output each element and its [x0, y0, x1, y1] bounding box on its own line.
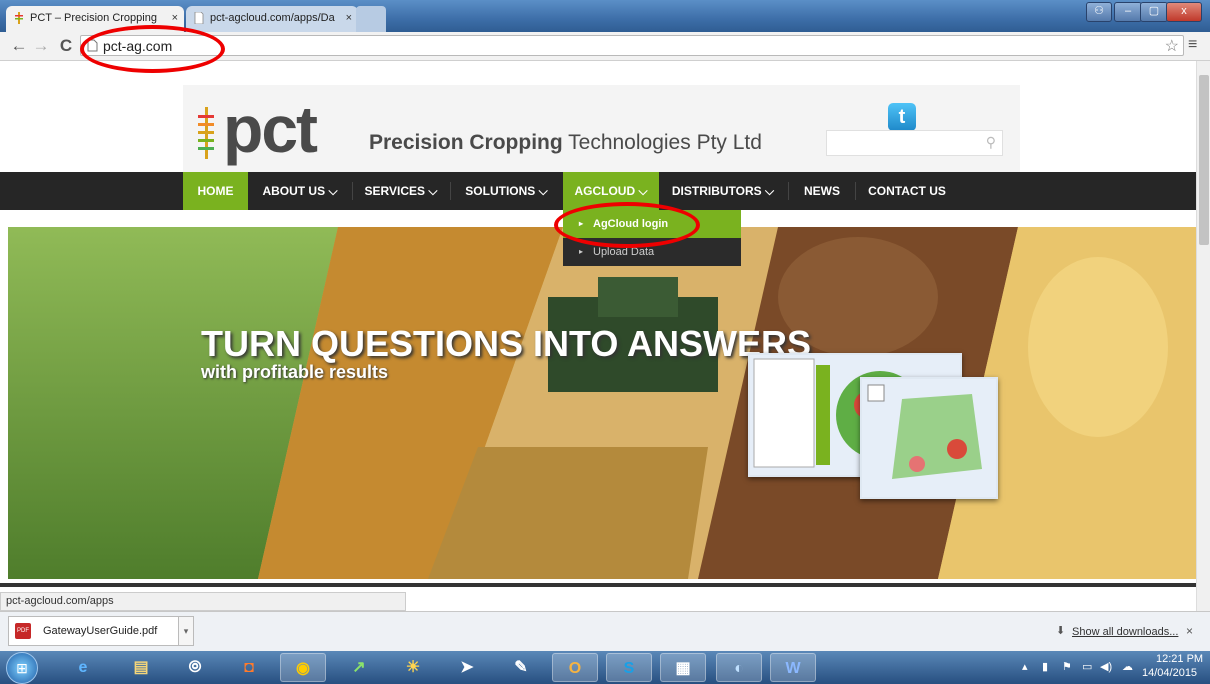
media-app-icon[interactable]: ◘	[226, 653, 272, 682]
software-screenshot-image	[860, 377, 998, 499]
grid-app-icon[interactable]: ▦	[660, 653, 706, 682]
hero-title: TURN QUESTIONS INTO ANSWERS	[201, 323, 812, 364]
close-window-button[interactable]: x	[1166, 2, 1202, 22]
windows-taskbar: ⊞ e ▤ ⦾ ◘ ◉ ↗ ☀ ➤ ✎ O S ▦ ◐ W ▴ ▮ ⚑ ▭ ◀)…	[0, 651, 1210, 684]
address-bar[interactable]: pct-ag.com ☆	[80, 35, 1184, 56]
clock-date[interactable]: 14/04/2015	[1142, 667, 1197, 679]
network-icon[interactable]: ▭	[1082, 660, 1092, 673]
new-tab-button[interactable]	[356, 6, 386, 32]
tab-close-icon[interactable]: ×	[346, 6, 352, 30]
file-explorer-icon[interactable]: ▤	[118, 653, 164, 682]
cloud-icon[interactable]: ☁	[1122, 660, 1133, 673]
download-menu-chevron-icon[interactable]: ▾	[178, 616, 194, 646]
user-icon[interactable]: ⚇	[1086, 2, 1112, 22]
hero-banner: TURN QUESTIONS INTO ANSWERS with profita…	[8, 227, 1196, 579]
window-controls: ⚇ – ▢ x	[1086, 2, 1202, 22]
search-icon[interactable]: ⚲	[986, 134, 996, 151]
show-all-downloads-link[interactable]: Show all downloads...	[1072, 626, 1178, 638]
snipping-tool-icon[interactable]: ✎	[498, 653, 544, 682]
chrome-icon[interactable]: ◉	[280, 653, 326, 682]
outlook-icon[interactable]: O	[552, 653, 598, 682]
nav-divider	[352, 182, 353, 200]
word-icon[interactable]: W	[770, 653, 816, 682]
annotation-oval-url	[80, 25, 225, 73]
chart-app-icon[interactable]: ↗	[336, 653, 382, 682]
nav-divider	[450, 182, 451, 200]
download-filename[interactable]: GatewayUserGuide.pdf	[43, 625, 157, 637]
company-name-bold: Precision Cropping	[369, 131, 563, 154]
maximize-button[interactable]: ▢	[1140, 2, 1168, 22]
nav-home[interactable]: HOME	[183, 172, 248, 210]
nav-contact-us[interactable]: CONTACT US	[858, 172, 956, 210]
hero-background-image	[8, 227, 1196, 579]
nav-divider	[788, 182, 789, 200]
nav-services[interactable]: SERVICES ⌵	[356, 172, 446, 210]
pdf-file-icon: PDF	[15, 623, 31, 639]
tray-expand-icon[interactable]: ▴	[1022, 660, 1028, 673]
site-header: pct Precision Cropping Technologies Pty …	[183, 85, 1020, 173]
annotation-oval-login	[554, 202, 700, 248]
pct-favicon-icon	[15, 12, 23, 24]
system-tray: ▴ ▮ ⚑ ▭ ◀) ☁ 12:21 PM 14/04/2015	[1014, 651, 1210, 684]
status-url-bubble: pct-agcloud.com/apps	[0, 592, 406, 611]
network-app-icon[interactable]: ⦾	[172, 653, 218, 682]
forward-arrow-icon[interactable]: →	[30, 36, 52, 56]
tab-agcloud[interactable]: pct-agcloud.com/apps/Da ×	[186, 6, 358, 32]
tray-device-icon[interactable]: ▮	[1042, 660, 1048, 673]
tab-title: pct-agcloud.com/apps/Da	[210, 12, 335, 24]
internet-explorer-icon[interactable]: e	[60, 653, 106, 682]
arrow-app-icon[interactable]: ➤	[444, 653, 490, 682]
close-downloads-icon[interactable]: ×	[1186, 624, 1193, 638]
pct-logo-mark	[198, 107, 214, 159]
clock-time[interactable]: 12:21 PM	[1156, 653, 1203, 665]
download-arrow-icon: ⬇	[1056, 625, 1066, 637]
back-arrow-icon[interactable]: ←	[8, 36, 30, 56]
reload-icon[interactable]: C	[55, 36, 77, 56]
nav-distributors[interactable]: DISTRIBUTORS ⌵	[662, 172, 784, 210]
sun-app-icon[interactable]: ☀	[390, 653, 436, 682]
nav-solutions[interactable]: SOLUTIONS ⌵	[454, 172, 559, 210]
company-name-rest: Technologies Pty Ltd	[562, 131, 762, 154]
downloads-bar: PDF GatewayUserGuide.pdf ▾ ⬇ Show all do…	[0, 611, 1210, 652]
page-scrollbar[interactable]	[1196, 61, 1210, 611]
volume-icon[interactable]: ◀)	[1100, 660, 1112, 673]
minimize-button[interactable]: –	[1114, 2, 1142, 22]
nav-news[interactable]: NEWS	[792, 172, 852, 210]
field-map-preview-image	[867, 384, 982, 479]
tab-title: PCT – Precision Cropping	[30, 12, 157, 24]
start-button[interactable]: ⊞	[6, 652, 38, 684]
page-favicon-icon	[194, 12, 204, 24]
site-search-input[interactable]: ⚲	[826, 130, 1003, 156]
skype-icon[interactable]: S	[606, 653, 652, 682]
browser-menu-icon[interactable]: ≡	[1188, 36, 1197, 54]
globe-app-icon[interactable]: ◐	[716, 653, 762, 682]
bookmark-star-icon[interactable]: ☆	[1165, 36, 1179, 56]
download-item[interactable]: PDF GatewayUserGuide.pdf	[8, 616, 194, 646]
web-page: pct Precision Cropping Technologies Pty …	[0, 61, 1196, 611]
company-name: Precision Cropping Technologies Pty Ltd	[369, 131, 762, 155]
twitter-icon[interactable]: t	[888, 103, 916, 131]
pct-logo-text[interactable]: pct	[223, 96, 318, 162]
action-center-flag-icon[interactable]: ⚑	[1062, 660, 1072, 673]
hero-subtitle: with profitable results	[201, 362, 389, 382]
scrollbar-thumb[interactable]	[1199, 75, 1209, 245]
nav-about-us[interactable]: ABOUT US ⌵	[250, 172, 350, 210]
nav-divider	[855, 182, 856, 200]
